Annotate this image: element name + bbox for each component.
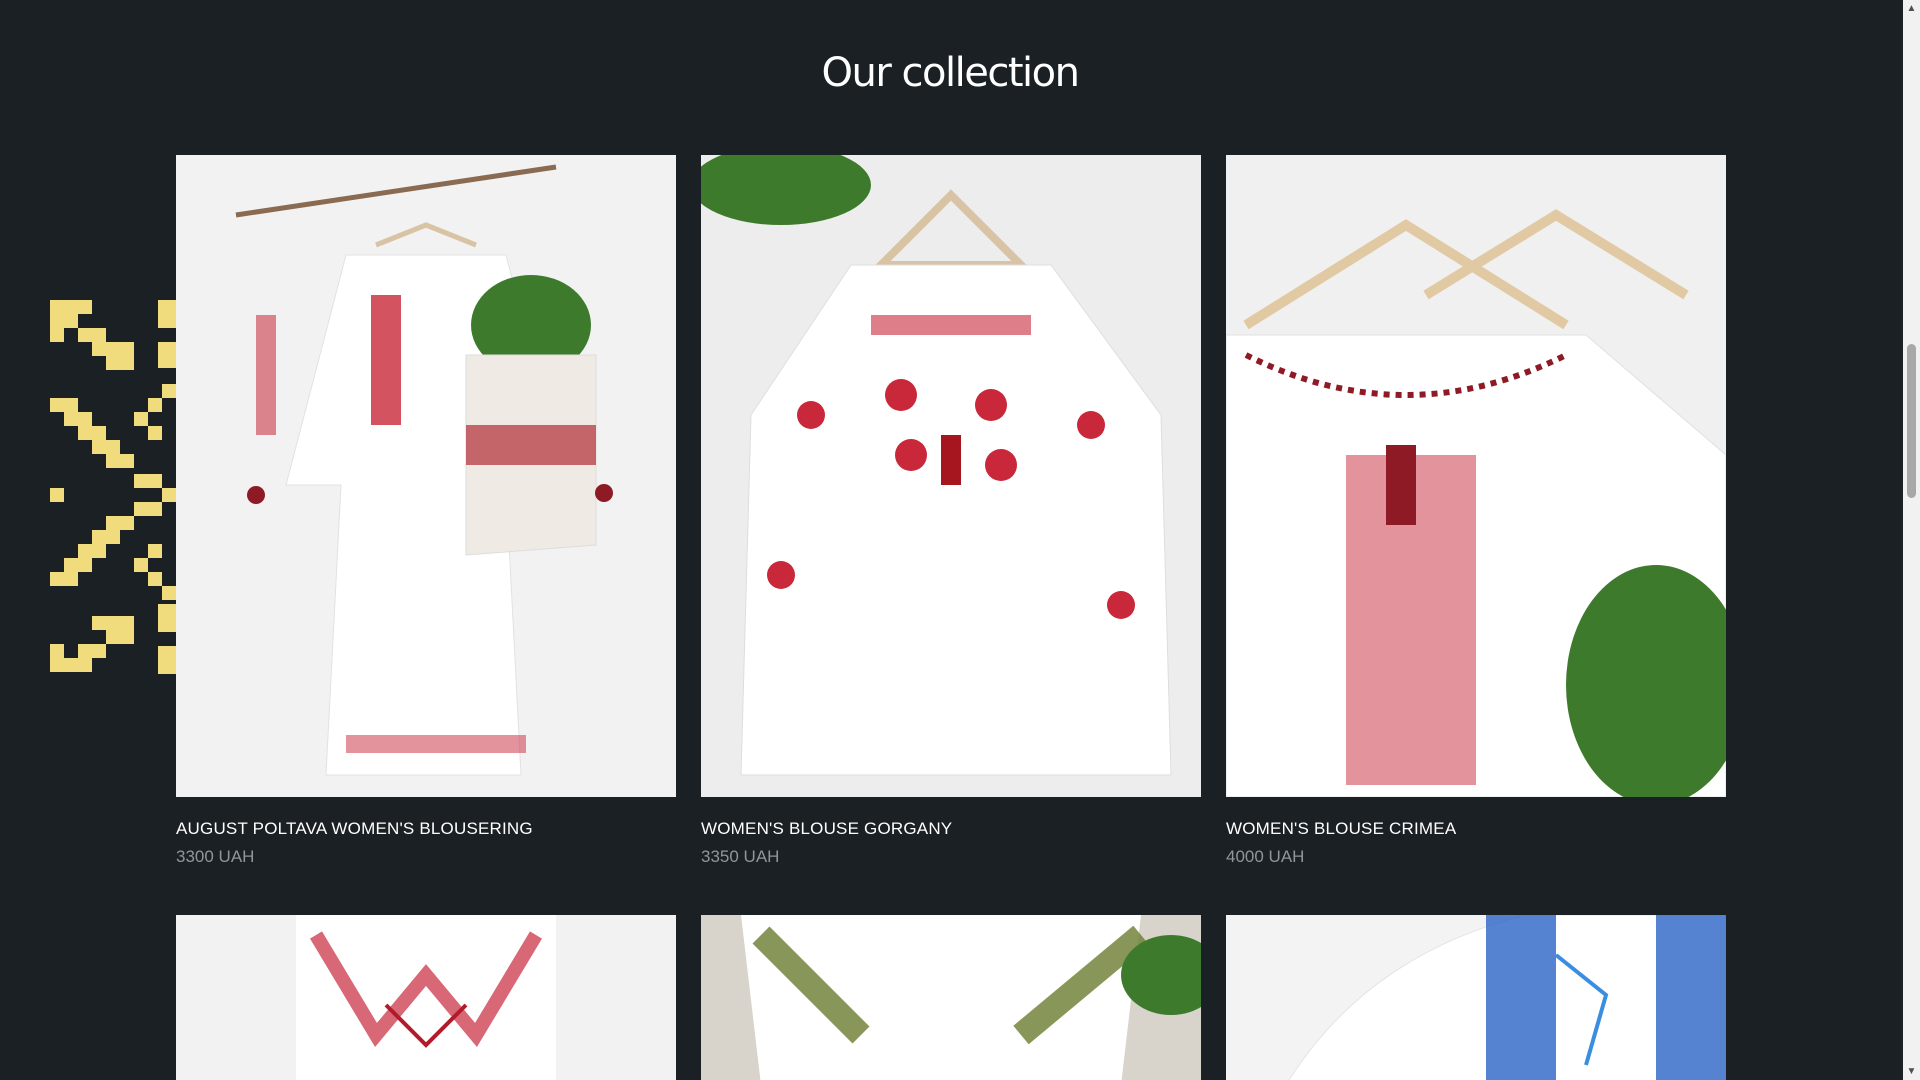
product-price: 3300 UAH [176,847,255,866]
product-name[interactable]: AUGUST POLTAVA WOMEN'S BLOUSERING [176,819,676,839]
scroll-thumb[interactable] [1907,344,1916,498]
product-card[interactable] [176,915,676,1080]
product-image[interactable] [701,915,1201,1080]
scroll-up-icon[interactable]: ▲ [1903,0,1920,17]
product-card[interactable] [1226,915,1726,1080]
ornament-pattern [50,300,176,674]
product-price: 3350 UAH [701,847,780,866]
product-name[interactable]: WOMEN'S BLOUSE CRIMEA [1226,819,1726,839]
vertical-scrollbar[interactable]: ▲ ▼ [1903,0,1920,1080]
section-title: Our collection [821,50,1080,96]
page: Our collection AUGUST POLTAVA WOMEN'S BL… [0,0,1920,1080]
product-image[interactable] [176,155,676,797]
product-image[interactable] [1226,915,1726,1080]
product-image[interactable] [176,915,676,1080]
scroll-down-icon[interactable]: ▼ [1903,1063,1920,1080]
product-name[interactable]: WOMEN'S BLOUSE GORGANY [701,819,1201,839]
product-price: 4000 UAH [1226,847,1305,866]
product-image[interactable] [1226,155,1726,797]
product-card[interactable]: AUGUST POLTAVA WOMEN'S BLOUSERING 3300 U… [176,155,676,867]
product-card[interactable]: WOMEN'S BLOUSE GORGANY 3350 UAH [701,155,1201,867]
product-image[interactable] [701,155,1201,797]
product-card[interactable] [701,915,1201,1080]
product-card[interactable]: WOMEN'S BLOUSE CRIMEA 4000 UAH [1226,155,1726,867]
